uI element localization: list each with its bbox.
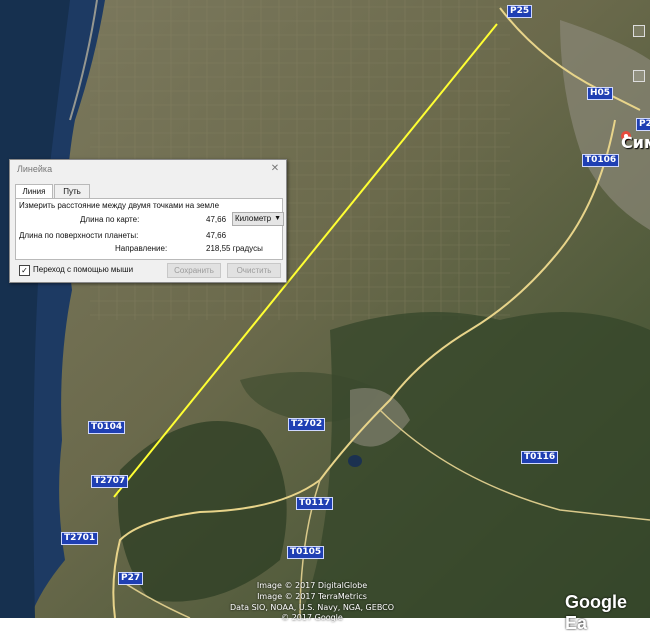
clear-button[interactable]: Очистить bbox=[227, 263, 281, 278]
attribution-text: Image © 2017 TerraMetrics bbox=[257, 592, 367, 601]
road-shield: T0105 bbox=[287, 546, 325, 559]
unit-select[interactable]: Километр ▼ bbox=[232, 212, 284, 226]
save-button[interactable]: Сохранить bbox=[167, 263, 221, 278]
dialog-title: Линейка bbox=[17, 164, 53, 174]
description-text: Измерить расстояние между двумя точками … bbox=[19, 201, 220, 210]
surface-length-value: 47,66 bbox=[206, 231, 227, 240]
map-length-value: 47,66 bbox=[206, 215, 227, 224]
road-shield: P27 bbox=[118, 572, 144, 585]
road-shield: T2701 bbox=[61, 532, 99, 545]
road-shield: T2707 bbox=[91, 475, 129, 488]
map-length-label: Длина по карте: bbox=[80, 215, 140, 224]
zoom-control-icon[interactable] bbox=[633, 70, 645, 82]
unit-value: Километр bbox=[235, 214, 272, 223]
road-shield: T0106 bbox=[582, 154, 620, 167]
chevron-down-icon: ▼ bbox=[274, 215, 281, 222]
satellite-map[interactable]: Сим P25 H05 P2 T0106 T0104 T2702 T0116 T… bbox=[0, 0, 650, 633]
heading-label: Направление: bbox=[115, 244, 168, 253]
measurement-panel: Измерить расстояние между двумя точками … bbox=[15, 198, 284, 260]
tab-path[interactable]: Путь bbox=[54, 184, 90, 199]
road-shield: T0117 bbox=[296, 497, 334, 510]
road-shield: P25 bbox=[507, 5, 533, 18]
close-icon[interactable]: ✕ bbox=[270, 164, 280, 174]
google-earth-logo: Google Ea bbox=[565, 592, 627, 633]
road-shield: T2702 bbox=[288, 418, 326, 431]
heading-value: 218,55 градусы bbox=[206, 244, 263, 253]
road-shield: T0116 bbox=[521, 451, 559, 464]
navigation-control-icon[interactable] bbox=[633, 25, 645, 37]
ruler-dialog: Линейка ✕ Линия Путь Измерить расстояние… bbox=[9, 159, 287, 283]
surface-length-label: Длина по поверхности планеты: bbox=[19, 231, 139, 240]
dialog-footer: ✓ Переход с помощью мыши Сохранить Очист… bbox=[15, 262, 281, 278]
attribution-text: Image © 2017 DigitalGlobe bbox=[256, 581, 368, 590]
road-shield: P2 bbox=[636, 118, 650, 131]
mouse-nav-label: Переход с помощью мыши bbox=[33, 265, 134, 274]
city-label: Сим bbox=[621, 133, 650, 152]
road-shield: T0104 bbox=[88, 421, 126, 434]
terrain-imagery bbox=[0, 0, 650, 619]
road-shield: H05 bbox=[587, 87, 614, 100]
mouse-nav-checkbox[interactable]: ✓ bbox=[19, 265, 30, 276]
